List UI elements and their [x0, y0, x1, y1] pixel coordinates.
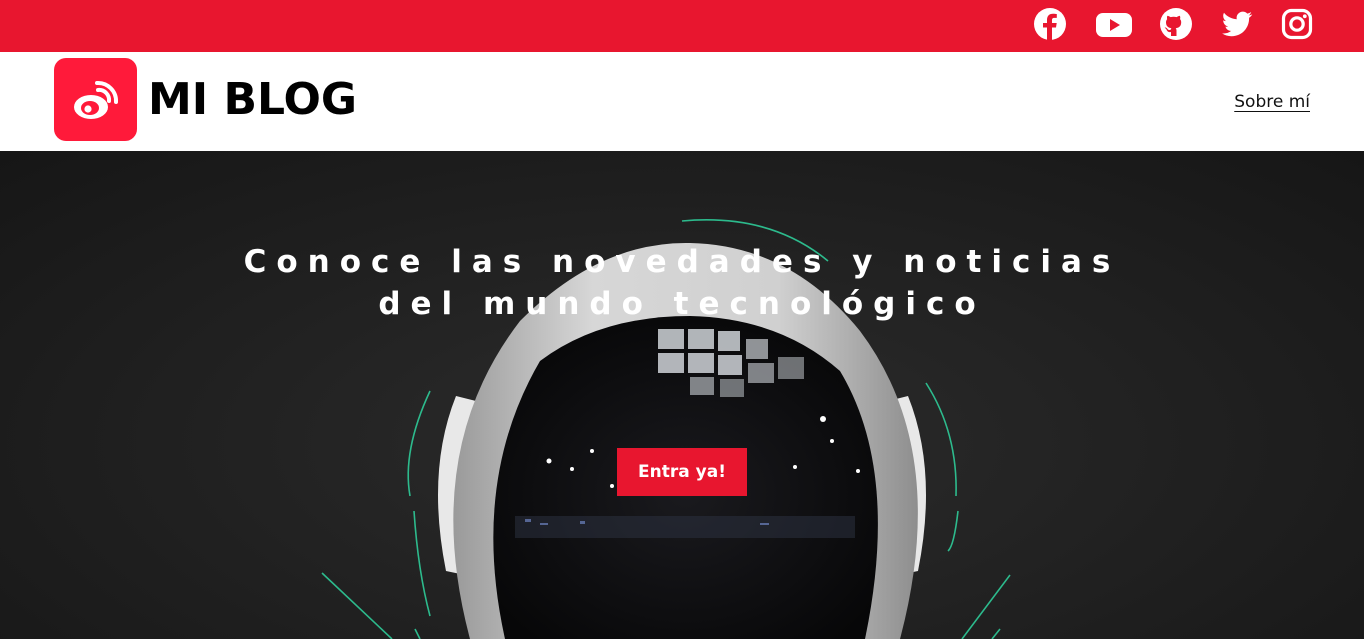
social-topbar — [0, 0, 1364, 52]
brand-name: MI BLOG — [148, 73, 357, 125]
hero-title: Conoce las novedades y noticias del mund… — [182, 241, 1182, 325]
hero-banner: Conoce las novedades y noticias del mund… — [0, 151, 1364, 639]
instagram-icon[interactable] — [1281, 8, 1313, 40]
site-header: MI BLOG Sobre mí — [0, 52, 1364, 151]
hero-title-line-2: del mundo tecnológico — [378, 286, 986, 322]
hero-title-line-1: Conoce las novedades y noticias — [243, 244, 1121, 280]
github-icon[interactable] — [1160, 8, 1192, 40]
weibo-icon — [54, 58, 137, 141]
facebook-icon[interactable] — [1034, 8, 1066, 40]
astronaut-helmet-image — [321, 219, 1011, 639]
nav-link-about[interactable]: Sobre mí — [1234, 92, 1310, 112]
cta-button[interactable]: Entra ya! — [617, 448, 747, 496]
brand-home-link[interactable]: MI BLOG — [54, 58, 357, 141]
youtube-icon[interactable] — [1096, 8, 1132, 40]
twitter-icon[interactable] — [1221, 8, 1253, 40]
